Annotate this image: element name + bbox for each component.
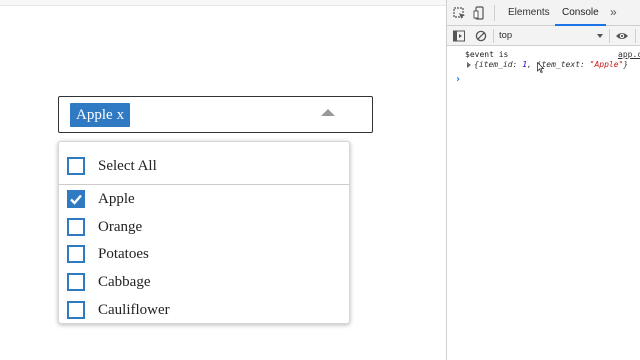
option-cabbage-checkbox[interactable]: [67, 273, 85, 291]
inspect-icon[interactable]: [453, 7, 466, 20]
toolbar-separator: [635, 29, 636, 43]
option-apple-label: Apple: [98, 190, 135, 207]
multiselect-input[interactable]: Apple x: [58, 96, 373, 133]
chip-remove-button[interactable]: x: [117, 107, 125, 123]
console-toolbar: top: [447, 26, 640, 46]
option-cabbage[interactable]: Cabbage: [67, 269, 150, 295]
select-all-checkbox[interactable]: [67, 157, 85, 175]
context-select-value: top: [499, 30, 513, 41]
console-prompt[interactable]: ›: [455, 74, 461, 85]
check-icon: [70, 194, 82, 205]
device-toggle-icon[interactable]: [473, 6, 485, 20]
mouse-cursor-icon: [537, 61, 545, 75]
more-tabs-icon[interactable]: »: [610, 6, 617, 18]
log-source-link[interactable]: app.c: [618, 50, 640, 59]
clear-console-icon[interactable]: [475, 30, 487, 42]
chip-label: Apple: [76, 107, 113, 123]
caret-up-icon[interactable]: [321, 109, 335, 116]
tab-elements[interactable]: Elements: [508, 0, 550, 26]
option-potatoes[interactable]: Potatoes: [67, 241, 149, 267]
dropdown-arrow-icon: [597, 34, 603, 38]
log-message: $event is: [465, 50, 509, 59]
option-orange-label: Orange: [98, 218, 143, 235]
option-apple-checkbox[interactable]: [67, 190, 85, 208]
context-select[interactable]: top: [499, 29, 605, 43]
devtools-tabbar: Elements Console »: [447, 0, 640, 26]
option-apple[interactable]: Apple: [67, 186, 135, 212]
log-object[interactable]: {item_id: 1, item_text: "Apple"}: [474, 60, 628, 69]
toolbar-separator: [609, 29, 610, 43]
devtools-panel: Elements Console » top $event is app.c {…: [446, 0, 640, 360]
option-potatoes-label: Potatoes: [98, 245, 149, 262]
page-top-strip: [0, 0, 446, 6]
option-orange-checkbox[interactable]: [67, 218, 85, 236]
multiselect-dropdown: Select All Apple Orange Potatoes Cabbage…: [58, 141, 350, 324]
eye-icon[interactable]: [615, 30, 629, 42]
option-cabbage-label: Cabbage: [98, 273, 151, 290]
select-all-label: Select All: [98, 157, 157, 174]
option-cauliflower-checkbox[interactable]: [67, 301, 85, 319]
toolbar-separator: [493, 29, 494, 43]
option-cauliflower-label: Cauliflower: [98, 301, 170, 318]
dropdown-divider: [59, 184, 349, 185]
expand-triangle-icon[interactable]: [467, 62, 471, 68]
option-potatoes-checkbox[interactable]: [67, 245, 85, 263]
option-orange[interactable]: Orange: [67, 214, 142, 240]
tab-console[interactable]: Console: [555, 0, 606, 26]
select-all-option[interactable]: Select All: [67, 153, 157, 179]
tabbar-separator: [494, 5, 495, 21]
selected-chip-apple: Apple x: [70, 103, 131, 127]
option-cauliflower[interactable]: Cauliflower: [67, 297, 170, 323]
sidebar-toggle-icon[interactable]: [453, 30, 465, 42]
